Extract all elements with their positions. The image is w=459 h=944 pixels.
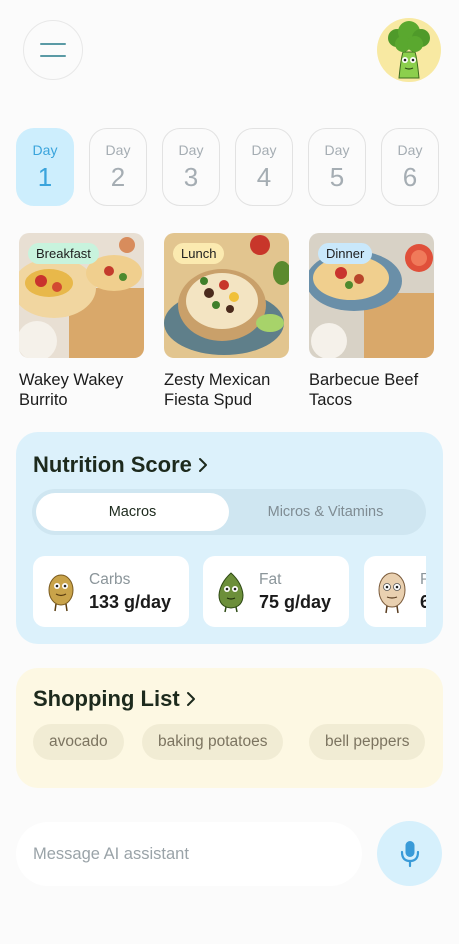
- macro-label: Carbs: [89, 570, 131, 588]
- macro-card-carbs[interactable]: Carbs 133 g/day: [33, 556, 189, 627]
- macro-value: 133 g/day: [89, 591, 172, 612]
- meal-tag-badge: Breakfast: [28, 243, 99, 264]
- meal-name-line: Tacos: [309, 391, 353, 409]
- day-tab-6[interactable]: Day 6: [381, 128, 439, 206]
- day-number: 3: [183, 161, 199, 192]
- tab-macros[interactable]: Macros: [36, 493, 229, 531]
- macro-cards: Carbs 133 g/day Fat 75 g/day P 6: [33, 556, 426, 628]
- microphone-button[interactable]: [377, 821, 442, 886]
- message-input[interactable]: Message AI assistant: [16, 822, 362, 886]
- nutrition-score-card: Nutrition Score Macros Micros & Vitamins…: [16, 432, 443, 644]
- meal-name-line: Wakey Wakey: [19, 371, 124, 389]
- day-label: Day: [251, 141, 277, 158]
- day-tab-3[interactable]: Day 3: [162, 128, 220, 206]
- meal-name-line: Burrito: [19, 391, 68, 409]
- day-tab-5[interactable]: Day 5: [308, 128, 366, 206]
- shopping-list-card: Shopping List avocado baking potatoes be…: [16, 668, 443, 788]
- day-label: Day: [397, 141, 423, 158]
- macro-value: 75 g/day: [259, 591, 332, 612]
- day-number: 6: [402, 161, 418, 192]
- macro-card-protein[interactable]: P 6: [364, 556, 426, 627]
- macro-label: P: [420, 570, 426, 588]
- day-label: Day: [178, 141, 204, 158]
- meal-photo: Breakfast: [19, 233, 144, 358]
- day-number: 5: [329, 161, 345, 192]
- day-tab-2[interactable]: Day 2: [89, 128, 147, 206]
- chevron-right-icon: [186, 692, 195, 706]
- shopping-item-chip[interactable]: baking potatoes: [142, 724, 284, 760]
- day-label: Day: [32, 141, 58, 158]
- nutrition-score-title: Nutrition Score: [33, 452, 192, 477]
- nutrition-score-link[interactable]: Nutrition Score: [33, 452, 208, 478]
- meal-photo: Lunch: [164, 233, 289, 358]
- message-placeholder: Message AI assistant: [33, 844, 189, 863]
- egg-character-icon: [378, 572, 406, 613]
- day-label: Day: [105, 141, 131, 158]
- shopping-items: avocado baking potatoes bell peppers: [33, 724, 426, 762]
- chevron-right-icon: [198, 458, 207, 472]
- potato-character-icon: [48, 574, 74, 611]
- macro-value: 6: [420, 591, 426, 612]
- microphone-icon: [400, 840, 419, 867]
- meal-name: Barbecue Beef Tacos: [309, 370, 437, 410]
- meal-name-line: Zesty Mexican: [164, 371, 271, 389]
- meal-card-breakfast[interactable]: Breakfast Wakey Wakey Burrito: [19, 233, 147, 410]
- avocado-character-icon: [218, 571, 244, 612]
- day-label: Day: [324, 141, 350, 158]
- meal-name: Zesty Mexican Fiesta Spud: [164, 370, 292, 410]
- meal-name: Wakey Wakey Burrito: [19, 370, 147, 410]
- meal-cards: Breakfast Wakey Wakey Burrito Lunch Zest…: [17, 233, 447, 418]
- tab-micros-vitamins[interactable]: Micros & Vitamins: [229, 493, 422, 531]
- day-tab-4[interactable]: Day 4: [235, 128, 293, 206]
- hamburger-menu-icon: [40, 43, 66, 57]
- menu-button[interactable]: [23, 20, 83, 80]
- day-number: 1: [37, 161, 53, 192]
- meal-tag-badge: Dinner: [318, 243, 373, 264]
- day-selector: Day 1 Day 2 Day 3 Day 4 Day 5 Day 6: [16, 128, 439, 206]
- day-number: 4: [256, 161, 272, 192]
- meal-card-lunch[interactable]: Lunch Zesty Mexican Fiesta Spud: [164, 233, 292, 410]
- shopping-list-title: Shopping List: [33, 686, 180, 711]
- day-tab-1[interactable]: Day 1: [16, 128, 74, 206]
- avatar[interactable]: [377, 18, 441, 82]
- broccoli-mascot-icon: [388, 21, 430, 79]
- meal-name-line: Barbecue Beef: [309, 371, 419, 389]
- shopping-item-chip[interactable]: avocado: [33, 724, 124, 760]
- meal-photo: Dinner: [309, 233, 434, 358]
- shopping-list-link[interactable]: Shopping List: [33, 686, 196, 712]
- nutrition-segmented-control: Macros Micros & Vitamins: [32, 489, 426, 535]
- day-number: 2: [110, 161, 126, 192]
- meal-name-line: Fiesta Spud: [164, 391, 253, 409]
- macro-card-fat[interactable]: Fat 75 g/day: [203, 556, 349, 627]
- meal-tag-badge: Lunch: [173, 243, 225, 264]
- shopping-item-chip[interactable]: bell peppers: [309, 724, 426, 760]
- macro-label: Fat: [259, 570, 282, 588]
- meal-card-dinner[interactable]: Dinner Barbecue Beef Tacos: [309, 233, 437, 410]
